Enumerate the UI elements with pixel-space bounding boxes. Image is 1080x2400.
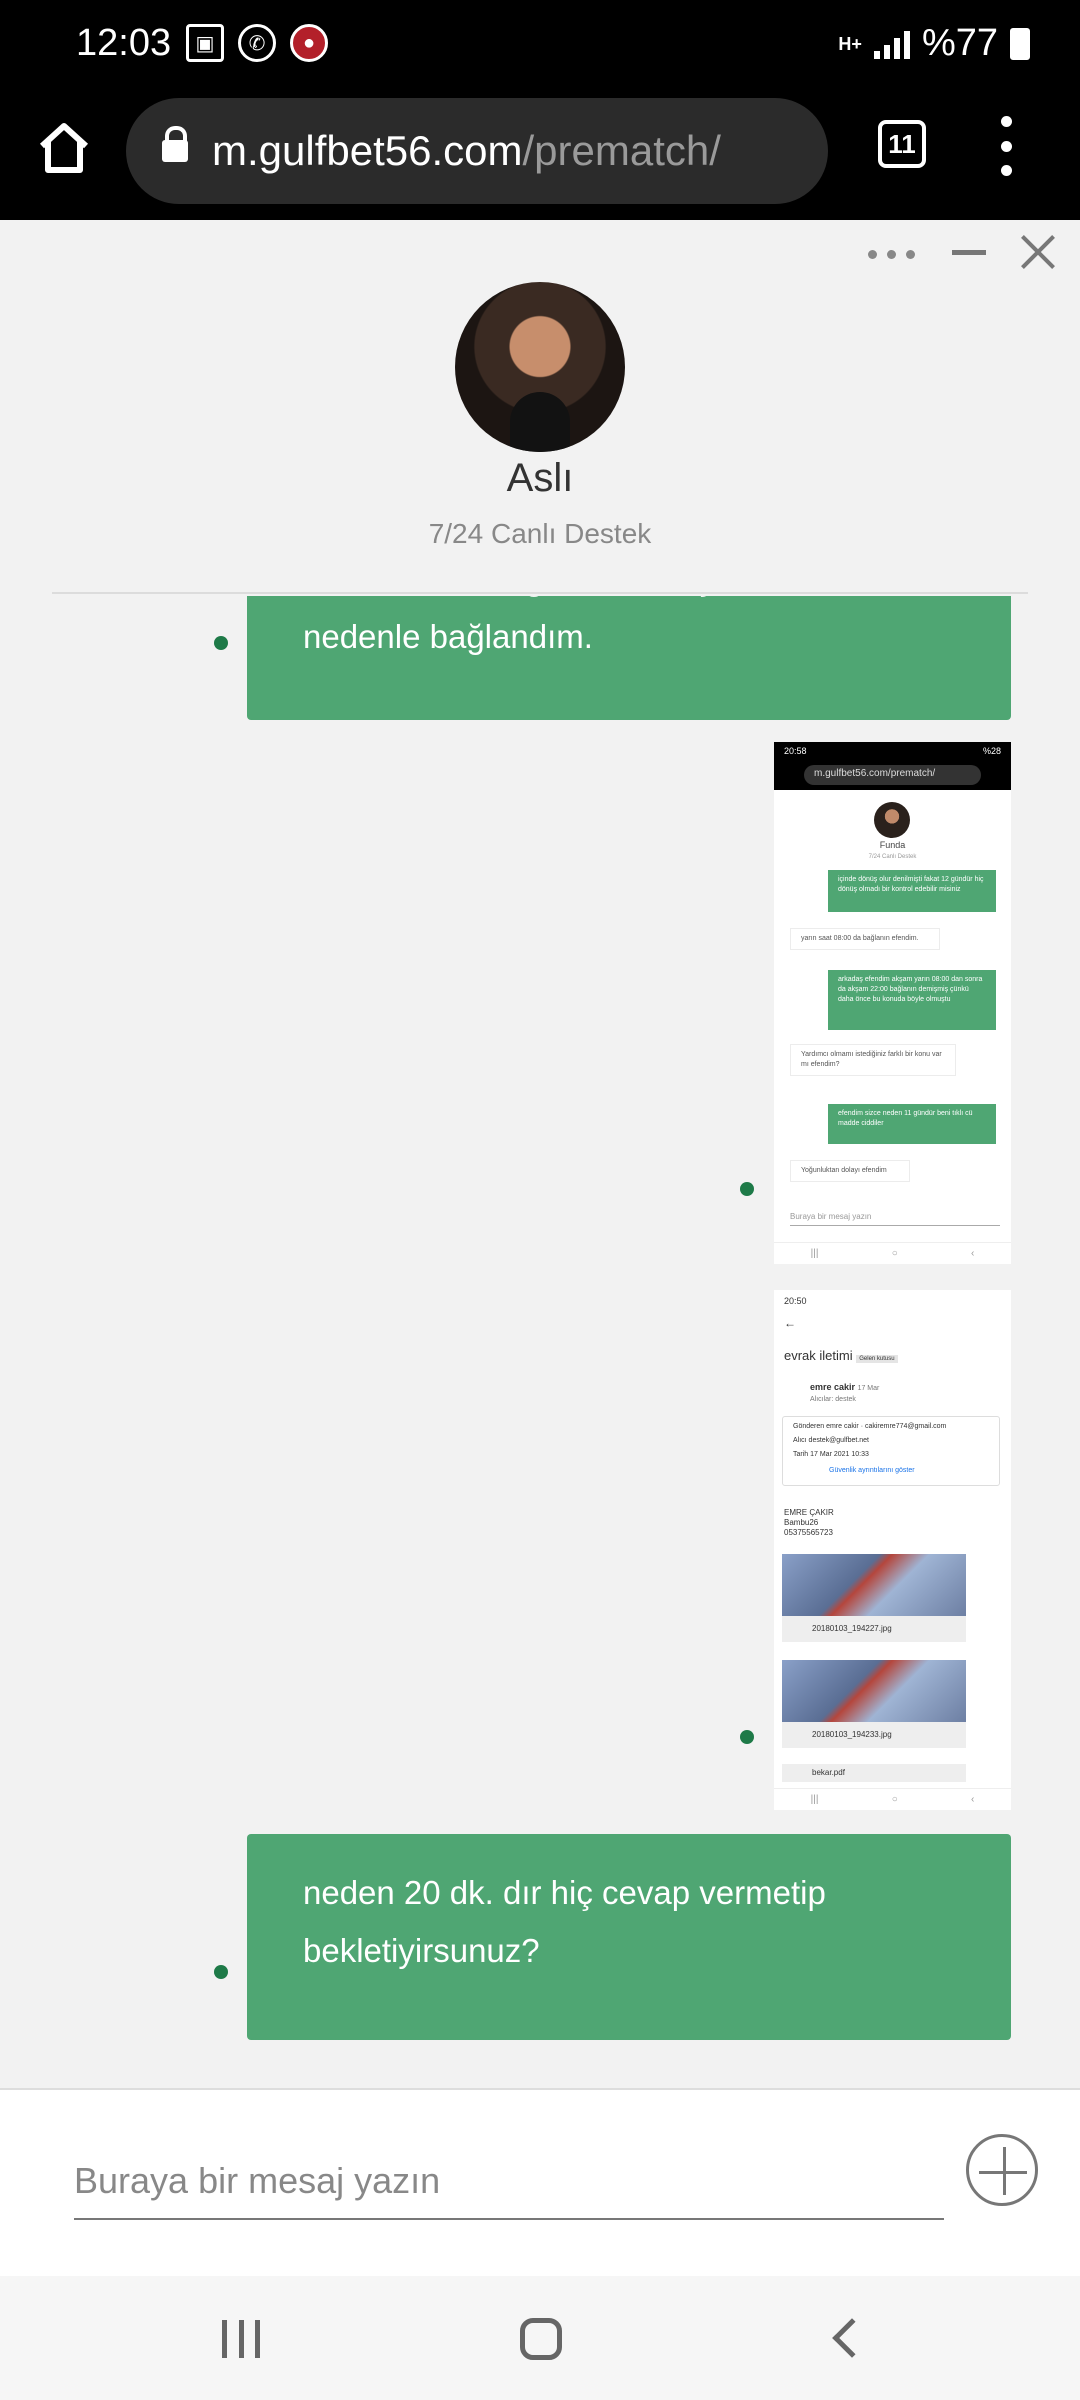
message-text-line: neden 20 dk. dır hiç cevap vermetip [303,1874,826,1911]
thumb-msg: Yardımcı olmamı istediğiniz farklı bir k… [790,1044,956,1076]
message-status-dot [740,1182,754,1196]
message-text-line: bekletiyirsunuz? [303,1932,540,1969]
recent-apps-icon[interactable] [222,2320,260,2358]
thumb-subject-text: evrak iletimi [784,1348,853,1363]
thumb-url: m.gulfbet56.com/prematch/ [804,765,981,785]
browser-toolbar: m.gulfbet56.com/prematch/ 11 [0,92,1080,220]
thumb-details-card: Gönderen emre cakir · cakiremre774@gmail… [782,1416,1000,1486]
thumb-msg: Yoğunluktan dolayı efendim [790,1160,910,1182]
status-time: 12:03 [76,22,172,64]
thumb-msg: arkadaş efendim akşam yarın 08:00 dan so… [828,970,996,1030]
home-nav-icon[interactable] [520,2318,562,2360]
url-path: /prematch/ [522,127,721,174]
screenshot-attachment[interactable]: 20:50 ← evrak iletimi Gelen kutusu emre … [774,1290,1011,1810]
thumb-date-row: Tarih 17 Mar 2021 10:33 [793,1451,869,1458]
url-domain: m.gulfbet56.com [212,127,523,174]
message-cut-line: sonra tekrar bağlanın demişti bu [303,596,774,608]
message-status-dot [740,1730,754,1744]
message-input[interactable] [74,2144,944,2220]
thumb-address-bar: m.gulfbet56.com/prematch/ [774,760,1011,790]
system-nav-bar [0,2276,1080,2400]
close-icon[interactable] [1018,232,1058,272]
screenshot-attachment[interactable]: 20:58 %28 m.gulfbet56.com/prematch/ Funda… [774,742,1011,1264]
browser-menu-icon[interactable] [996,116,1016,176]
message-status-dot [214,1965,228,1979]
tab-switcher-button[interactable]: 11 [878,120,926,168]
thumb-body-name: EMRE ÇAKIR [784,1508,834,1517]
message-text: nedenle bağlandım. [303,618,593,655]
url-text: m.gulfbet56.com/prematch/ [212,127,721,175]
agent-name: Aslı [506,456,574,500]
image-icon: ▣ [186,24,224,62]
user-message-bubble: sonra tekrar bağlanın demişti bu nedenle… [247,596,1011,720]
thumb-body-phone: 05375565723 [784,1528,833,1537]
thumb-input: Buraya bir mesaj yazın [790,1212,1000,1226]
status-bar: 12:03 ▣ ✆ ● H+ %77 [0,0,1080,92]
thumb-nav: ||| ○ ‹ [774,1788,1011,1810]
thumb-status-bar: 20:58 %28 [774,742,1011,760]
thumb-sender-name: emre cakir [810,1382,856,1392]
add-attachment-icon[interactable] [966,2134,1038,2206]
network-type-icon: H+ [838,33,862,54]
thumb-sender: emre cakir 17 Mar [810,1382,879,1392]
thumb-file: 20180103_194233.jpg [782,1722,966,1748]
thumb-agent-name: Funda 7/24 Canlı Destek [774,840,1011,860]
thumb-from-row: Gönderen emre cakir · cakiremre774@gmail… [793,1423,947,1430]
header-divider [52,592,1028,594]
thumb-msg: içinde dönüş olur denilmişti fakat 12 gü… [828,870,996,912]
thumb-agent: Funda [879,840,906,850]
whatsapp-icon: ✆ [238,24,276,62]
home-icon[interactable] [34,118,94,178]
thumb-msg: efendim sizce neden 11 gündür beni tıklı… [828,1104,996,1144]
agent-avatar [455,282,625,452]
thumb-security-link: Güvenlik ayrıntılarını göster [829,1467,915,1474]
chat-header: Aslı 7/24 Canlı Destek [0,220,1080,594]
thumb-file: bekar.pdf [782,1764,966,1782]
thumb-to: Alıcılar: destek [810,1396,856,1403]
message-status-dot [214,636,228,650]
message-list[interactable]: sonra tekrar bağlanın demişti bu nedenle… [0,596,1080,2088]
thumb-role: 7/24 Canlı Destek [868,854,917,860]
back-icon[interactable] [832,2318,872,2358]
address-bar[interactable]: m.gulfbet56.com/prematch/ [126,98,828,204]
thumb-subject: evrak iletimi Gelen kutusu [784,1348,898,1363]
thumb-nav: ||| ○ ‹ [774,1242,1011,1264]
thumb-body-user: Bambu26 [784,1518,819,1527]
thumb-avatar [874,802,910,838]
thumb-label: Gelen kutusu [856,1355,898,1363]
thumb-back-icon: ← [784,1316,796,1330]
minimize-icon[interactable] [952,250,986,255]
thumb-date: 17 Mar [857,1385,880,1392]
battery-percent: %77 [921,22,998,64]
thumb-id-photo [782,1660,966,1722]
thumb-id-photo [782,1554,966,1616]
more-options-icon[interactable] [868,250,915,259]
signal-icon [873,29,910,59]
user-message-bubble: neden 20 dk. dır hiç cevap vermetip bekl… [247,1834,1011,2040]
agent-role: 7/24 Canlı Destek [428,518,652,549]
thumb-file: 20180103_194227.jpg [782,1616,966,1642]
thumb-time: 20:58 [784,746,807,756]
call-recording-icon: ● [290,24,328,62]
lock-icon [162,126,188,164]
thumb-time: 20:50 [784,1296,807,1306]
message-composer [0,2088,1080,2276]
thumb-to-row: Alıcı destek@gulfbet.net [793,1437,869,1444]
battery-icon [1010,27,1030,60]
status-right: H+ %77 [838,22,1030,65]
notification-icons: ▣ ✆ ● [186,24,328,62]
thumb-battery: %28 [982,746,1001,756]
thumb-msg: yarın saat 08:00 da bağlanın efendim. [790,928,940,950]
